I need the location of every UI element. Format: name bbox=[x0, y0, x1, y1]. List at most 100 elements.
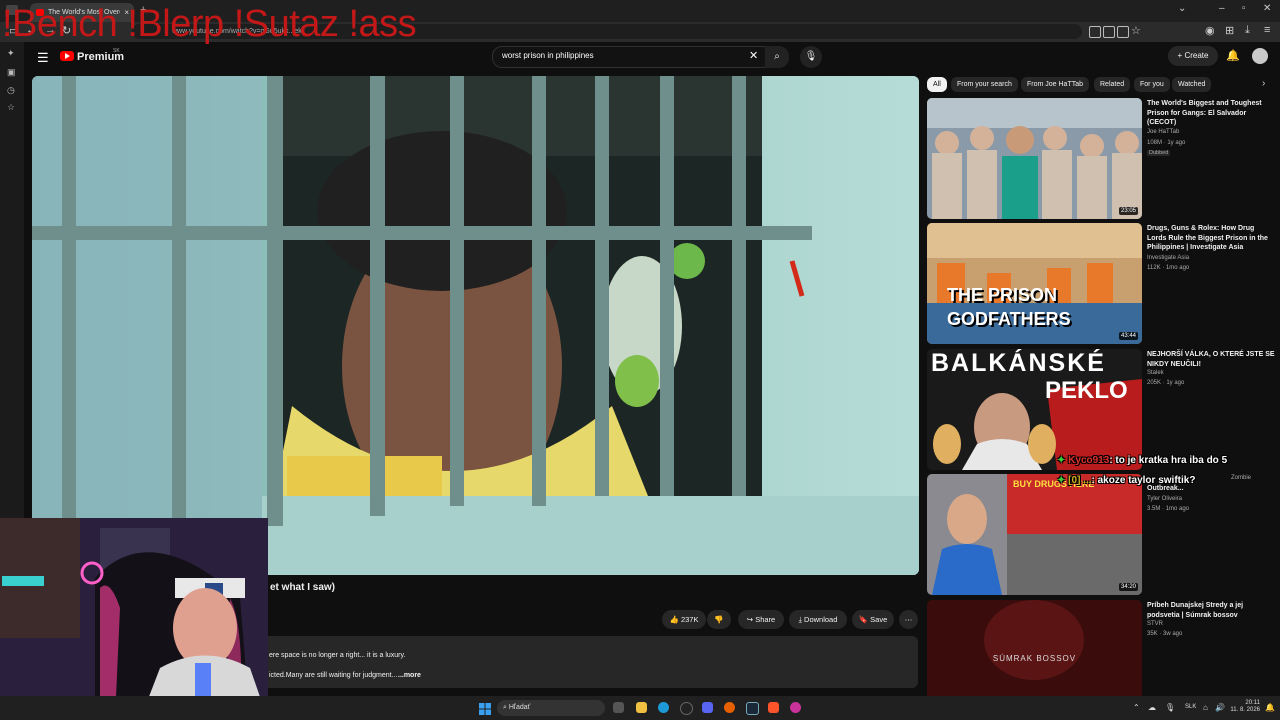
rec-title[interactable]: Drugs, Guns & Rolex: How Drug Lords Rule… bbox=[1147, 224, 1275, 253]
taskbar-clock[interactable]: 20:11 11. 8. 2026 bbox=[1230, 700, 1260, 714]
avatar[interactable] bbox=[1252, 48, 1268, 64]
maximize-icon[interactable]: ▫ bbox=[1242, 3, 1246, 14]
rec-channel[interactable]: Joe HaTTab bbox=[1147, 129, 1179, 135]
notifications-bell-icon[interactable]: 🔔 bbox=[1226, 49, 1240, 62]
browser-menu-icon[interactable]: ≡ bbox=[1264, 24, 1270, 36]
chip-from-your-search[interactable]: From your search bbox=[951, 77, 1018, 92]
discord-icon[interactable] bbox=[702, 702, 713, 713]
hamburger-menu-icon[interactable]: ☰ bbox=[37, 50, 49, 66]
extension-icon[interactable] bbox=[1089, 26, 1101, 38]
edge-icon[interactable] bbox=[658, 702, 669, 713]
rec-meta: 35K · 3w ago bbox=[1147, 631, 1183, 637]
stream-command-overlay: !Bench !Blerp !Sutaz !ass bbox=[2, 3, 417, 45]
tray-mic-icon[interactable]: 🎙 bbox=[1165, 703, 1175, 712]
chip-for-you[interactable]: For you bbox=[1134, 77, 1170, 92]
rec-channel[interactable]: Investigate Asia bbox=[1147, 255, 1189, 261]
duration-badge: 23:05 bbox=[1118, 207, 1138, 215]
rec-channel[interactable]: Tyler Oliveira bbox=[1147, 496, 1182, 502]
chat-message: ✦ [0] ...: akoze taylor swiftik? bbox=[1057, 475, 1195, 486]
search-button[interactable]: ⌕ bbox=[765, 46, 789, 68]
close-window-icon[interactable]: ✕ bbox=[1263, 3, 1271, 14]
video-frame-image bbox=[32, 76, 919, 575]
save-label: Save bbox=[870, 615, 888, 624]
minimize-icon[interactable]: – bbox=[1219, 3, 1225, 14]
app-icon[interactable] bbox=[790, 702, 801, 713]
task-view-icon[interactable] bbox=[613, 702, 624, 713]
language-indicator[interactable]: SLK bbox=[1185, 704, 1196, 710]
tab-search-icon[interactable]: ⌄ bbox=[1178, 3, 1186, 14]
rec-thumbnail[interactable]: BUY DRUGS HERE 34:20 bbox=[927, 474, 1142, 595]
chips-next-icon[interactable]: › bbox=[1262, 78, 1265, 89]
bookmark-icon: 🔖 bbox=[858, 615, 869, 624]
rail-bookmarks-icon[interactable]: ☆ bbox=[7, 102, 15, 113]
tray-app-icon[interactable]: ☁ bbox=[1148, 703, 1156, 712]
rec-thumbnail[interactable]: THE PRISON GODFATHERS 43:44 bbox=[927, 223, 1142, 344]
extension-icon[interactable] bbox=[1103, 26, 1115, 38]
network-icon[interactable]: ⌂ bbox=[1203, 703, 1208, 712]
steam-icon[interactable] bbox=[746, 702, 759, 715]
search-input-value[interactable]: worst prison in philippines bbox=[502, 51, 594, 60]
taskbar-search-placeholder: Hľadať bbox=[508, 704, 531, 711]
thumb-text: THE PRISON bbox=[947, 285, 1058, 305]
more-actions-button[interactable]: ⋯ bbox=[899, 610, 918, 629]
chip-watched[interactable]: Watched bbox=[1172, 77, 1212, 92]
chat-user: [0] ... bbox=[1068, 475, 1092, 486]
youtube-logo-icon[interactable] bbox=[60, 51, 74, 61]
thumbs-up-icon: 👍 bbox=[669, 615, 679, 624]
video-title: et what I saw) bbox=[270, 582, 336, 593]
chat-badge-icon: ✦ bbox=[1057, 475, 1066, 486]
chat-badge-icon: ✦ bbox=[1057, 455, 1066, 466]
microphone-icon: 🎙 bbox=[804, 51, 818, 62]
rail-wallet-icon[interactable]: ▣ bbox=[7, 67, 16, 78]
rec-meta: 108M · 1y ago bbox=[1147, 140, 1186, 146]
firefox-icon[interactable] bbox=[724, 702, 735, 713]
rec-title[interactable]: The World's Biggest and Toughest Prison … bbox=[1147, 99, 1275, 128]
rec-thumbnail-image bbox=[927, 98, 1142, 219]
chat-message: ✦ Kyco913: to je kratka hra iba do 5 bbox=[1057, 455, 1227, 466]
rec-thumbnail[interactable]: 23:05 bbox=[927, 98, 1142, 219]
more-dots-icon: ⋯ bbox=[904, 615, 913, 624]
brave-icon[interactable] bbox=[768, 702, 779, 713]
volume-icon[interactable]: 🔊 bbox=[1215, 703, 1225, 712]
rail-ai-icon[interactable]: ✦ bbox=[7, 48, 15, 59]
clear-search-icon[interactable]: ✕ bbox=[749, 49, 758, 62]
voice-search-button[interactable]: 🎙 bbox=[800, 46, 822, 68]
file-explorer-icon[interactable] bbox=[636, 702, 647, 713]
notification-center-icon[interactable]: 🔔 bbox=[1265, 703, 1275, 712]
profile-icon[interactable]: ◉ bbox=[1205, 24, 1215, 37]
country-code: SK bbox=[113, 48, 120, 54]
rec-channel[interactable]: STVR bbox=[1147, 621, 1163, 627]
extensions-puzzle-icon[interactable]: ⊞ bbox=[1225, 24, 1234, 37]
extension-icon[interactable] bbox=[1117, 26, 1129, 38]
create-button[interactable]: + Create bbox=[1168, 46, 1218, 66]
windows-start-icon[interactable] bbox=[479, 702, 491, 715]
dubbed-badge: Dubbed bbox=[1147, 150, 1171, 156]
dislike-button[interactable]: 👎 bbox=[707, 610, 731, 629]
bookmark-star-icon[interactable]: ☆ bbox=[1131, 24, 1141, 37]
chip-related[interactable]: Related bbox=[1094, 77, 1131, 92]
streamer-webcam bbox=[0, 518, 268, 720]
share-button[interactable]: ↪ Share bbox=[738, 610, 784, 629]
rec-thumbnail[interactable]: SÚMRAK BOSSOV bbox=[927, 600, 1142, 696]
rec-channel[interactable]: Stalek bbox=[1147, 370, 1164, 376]
tray-chevron-icon[interactable]: ⌃ bbox=[1133, 703, 1140, 712]
rec-thumbnail[interactable]: BALKÁNSKÉ PEKLO bbox=[927, 349, 1142, 470]
video-player[interactable] bbox=[32, 76, 919, 575]
description-more-link[interactable]: ...more bbox=[398, 672, 421, 679]
clock-time: 20:11 bbox=[1245, 700, 1260, 706]
thumbs-down-icon: 👎 bbox=[714, 615, 724, 624]
chip-from-channel[interactable]: From Joe HaTTab bbox=[1021, 77, 1090, 92]
rec-title[interactable]: NEJHORŠÍ VÁLKA, O KTERÉ JSTE SE NIKDY NE… bbox=[1147, 350, 1275, 369]
taskbar-search[interactable]: ⌕ Hľadať bbox=[497, 700, 605, 716]
like-button[interactable]: 👍 237K bbox=[662, 610, 706, 629]
download-icon[interactable]: ⤓ bbox=[1245, 24, 1250, 37]
duration-badge: 34:20 bbox=[1118, 583, 1138, 591]
rec-meta: 3.5M · 1mo ago bbox=[1147, 506, 1190, 512]
save-button[interactable]: 🔖 Save bbox=[852, 610, 894, 629]
rail-history-icon[interactable]: ◷ bbox=[7, 85, 15, 96]
chip-all[interactable]: All bbox=[927, 77, 947, 92]
description-box[interactable] bbox=[262, 636, 918, 688]
download-button[interactable]: ⤓ Download bbox=[789, 610, 847, 629]
app-icon[interactable] bbox=[680, 702, 693, 715]
rec-title[interactable]: Príbeh Dunajskej Stredy a jej podsvetia … bbox=[1147, 601, 1275, 620]
